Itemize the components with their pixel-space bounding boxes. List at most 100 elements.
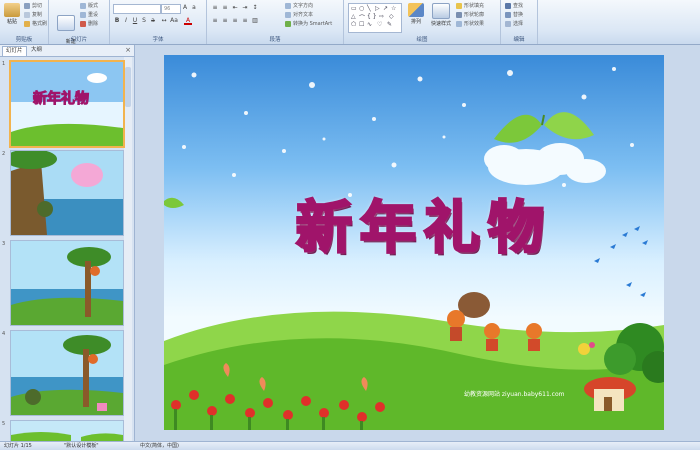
copy-button[interactable]: 复制 <box>24 11 42 19</box>
tab-slides[interactable]: 幻灯片 <box>2 46 27 56</box>
thumbnail-1-title: 新年礼物 <box>33 91 90 108</box>
copy-icon <box>24 11 30 18</box>
bold-button[interactable]: B <box>113 17 121 25</box>
copy-label: 复制 <box>32 12 43 18</box>
convert-smartart-button[interactable]: 转换为 SmartArt <box>285 20 332 28</box>
arrange-label: 排列 <box>410 19 421 25</box>
shape-effects-button[interactable]: 形状效果 <box>456 20 484 28</box>
find-label: 查找 <box>513 3 524 9</box>
slide-number: 4 <box>2 331 6 337</box>
slide-thumbnail-4[interactable] <box>10 330 124 416</box>
watermark-text: 幼教资源网站 ziyuan.baby611.com <box>464 391 565 398</box>
cut-button[interactable]: 剪切 <box>24 2 42 10</box>
effects-icon <box>456 20 462 27</box>
shadow-button[interactable]: S <box>140 17 148 25</box>
font-name-combo[interactable] <box>113 4 161 14</box>
line-spacing-button[interactable]: ↕ <box>251 4 259 12</box>
char-spacing-button[interactable]: ↔ <box>160 17 168 25</box>
cursor-icon <box>505 20 511 27</box>
slide-number: 5 <box>2 421 6 427</box>
font-color-button[interactable]: A <box>184 17 192 25</box>
quick-styles-icon <box>432 3 450 19</box>
scroll-thumb[interactable] <box>125 67 131 107</box>
font-group-label: 字体 <box>152 37 164 43</box>
italic-button[interactable]: I <box>122 17 130 25</box>
align-text-label: 对齐文本 <box>293 12 314 18</box>
strikethrough-button[interactable]: a <box>149 17 157 25</box>
main-slide[interactable]: 新年礼物 幼教资源网站 ziyuan.baby611.com <box>164 55 664 430</box>
panel-scrollbar[interactable] <box>124 57 132 441</box>
slide-thumbnail-3[interactable] <box>10 240 124 326</box>
shape-outline-button[interactable]: 形状轮廓 <box>456 11 484 19</box>
layout-button[interactable]: 版式 <box>80 2 98 10</box>
align-left-button[interactable]: ≡ <box>211 17 219 25</box>
reset-label: 重设 <box>88 12 99 18</box>
panel-tabs: 幻灯片 大纲 × <box>0 45 134 57</box>
replace-label: 替换 <box>513 12 524 18</box>
delete-slide-button[interactable]: 删除 <box>80 20 98 28</box>
format-painter-label: 格式刷 <box>32 21 48 27</box>
slide-number: 3 <box>2 241 6 247</box>
paste-icon <box>4 3 20 17</box>
replace-icon <box>505 11 511 18</box>
paste-button[interactable]: 粘贴 <box>2 3 22 25</box>
change-case-button[interactable]: Aa <box>170 17 178 25</box>
slide-thumbnail-5[interactable] <box>10 420 124 443</box>
drawing-group: ▭ ○ ╲ ▷ ↗ ☆ △ ⌒{ } ⇨ ◇ ⬠ ☐ ∿ ♡ ✎ 排列 快速样式 形状填充 形状轮廓 形… <box>344 0 501 44</box>
decrease-indent-button[interactable]: ⇤ <box>231 4 239 12</box>
shrink-font-button[interactable]: a <box>190 4 198 12</box>
layout-label: 版式 <box>88 3 99 9</box>
bullets-button[interactable]: ≡ <box>211 4 219 12</box>
text-direction-icon <box>285 2 291 9</box>
underline-button[interactable]: U <box>131 17 139 25</box>
replace-button[interactable]: 替换 <box>505 11 523 19</box>
binoculars-icon <box>505 2 511 9</box>
justify-button[interactable]: ≡ <box>241 17 249 25</box>
text-direction-label: 文字方向 <box>293 3 314 9</box>
reset-icon <box>80 11 86 18</box>
text-direction-button[interactable]: 文字方向 <box>285 2 313 10</box>
align-text-button[interactable]: 对齐文本 <box>285 11 313 19</box>
scissors-icon <box>24 2 30 9</box>
numbering-button[interactable]: ≡ <box>221 4 229 12</box>
thumbnail-2-image <box>11 151 123 235</box>
shape-outline-label: 形状轮廓 <box>464 12 485 18</box>
delete-icon <box>80 20 86 27</box>
ribbon: 粘贴 剪切 复制 格式刷 剪贴板 新建 幻灯片 版式 重设 删除 幻灯片 96 … <box>0 0 700 52</box>
font-size-combo[interactable]: 96 <box>161 4 181 14</box>
select-button[interactable]: 选择 <box>505 20 523 28</box>
shape-effects-label: 形状效果 <box>464 21 485 27</box>
font-group: 96 A a B I U S a ↔ Aa A 字体 <box>110 0 207 44</box>
slide-thumbnail-1[interactable]: 新年礼物 <box>9 60 125 148</box>
slides-panel: 幻灯片 大纲 × 1 新年礼物 2 3 4 5 <box>0 45 135 443</box>
grow-font-button[interactable]: A <box>181 4 189 12</box>
format-painter-button[interactable]: 格式刷 <box>24 20 47 28</box>
shapes-gallery[interactable]: ▭ ○ ╲ ▷ ↗ ☆ △ ⌒{ } ⇨ ◇ ⬠ ☐ ∿ ♡ ✎ <box>348 3 402 33</box>
delete-label: 删除 <box>88 21 99 27</box>
quick-styles-label: 快速样式 <box>430 21 451 27</box>
thumbnail-5-image <box>11 421 123 442</box>
fill-bucket-icon <box>456 2 462 9</box>
slides-group-label: 幻灯片 <box>70 37 88 43</box>
shape-fill-button[interactable]: 形状填充 <box>456 2 484 10</box>
clipboard-group-label: 剪贴板 <box>15 37 33 43</box>
arrange-icon <box>408 3 424 17</box>
new-slide-icon <box>57 15 75 31</box>
tab-outline[interactable]: 大纲 <box>28 46 45 55</box>
editing-group-label: 编辑 <box>513 37 525 43</box>
align-center-button[interactable]: ≡ <box>221 17 229 25</box>
columns-button[interactable]: ▥ <box>251 17 259 25</box>
increase-indent-button[interactable]: ⇥ <box>241 4 249 12</box>
editing-group: 查找 替换 选择 编辑 <box>501 0 538 44</box>
slides-group: 新建 幻灯片 版式 重设 删除 幻灯片 <box>49 0 110 52</box>
smartart-icon <box>285 20 291 27</box>
drawing-group-label: 绘图 <box>416 37 428 43</box>
close-icon[interactable]: × <box>125 46 131 54</box>
arrange-button[interactable]: 排列 <box>406 3 426 25</box>
find-button[interactable]: 查找 <box>505 2 523 10</box>
reset-button[interactable]: 重设 <box>80 11 98 19</box>
align-right-button[interactable]: ≡ <box>231 17 239 25</box>
slide-title[interactable]: 新年礼物 <box>224 183 624 264</box>
quick-styles-button[interactable]: 快速样式 <box>428 3 454 27</box>
slide-thumbnail-2[interactable] <box>10 150 124 236</box>
